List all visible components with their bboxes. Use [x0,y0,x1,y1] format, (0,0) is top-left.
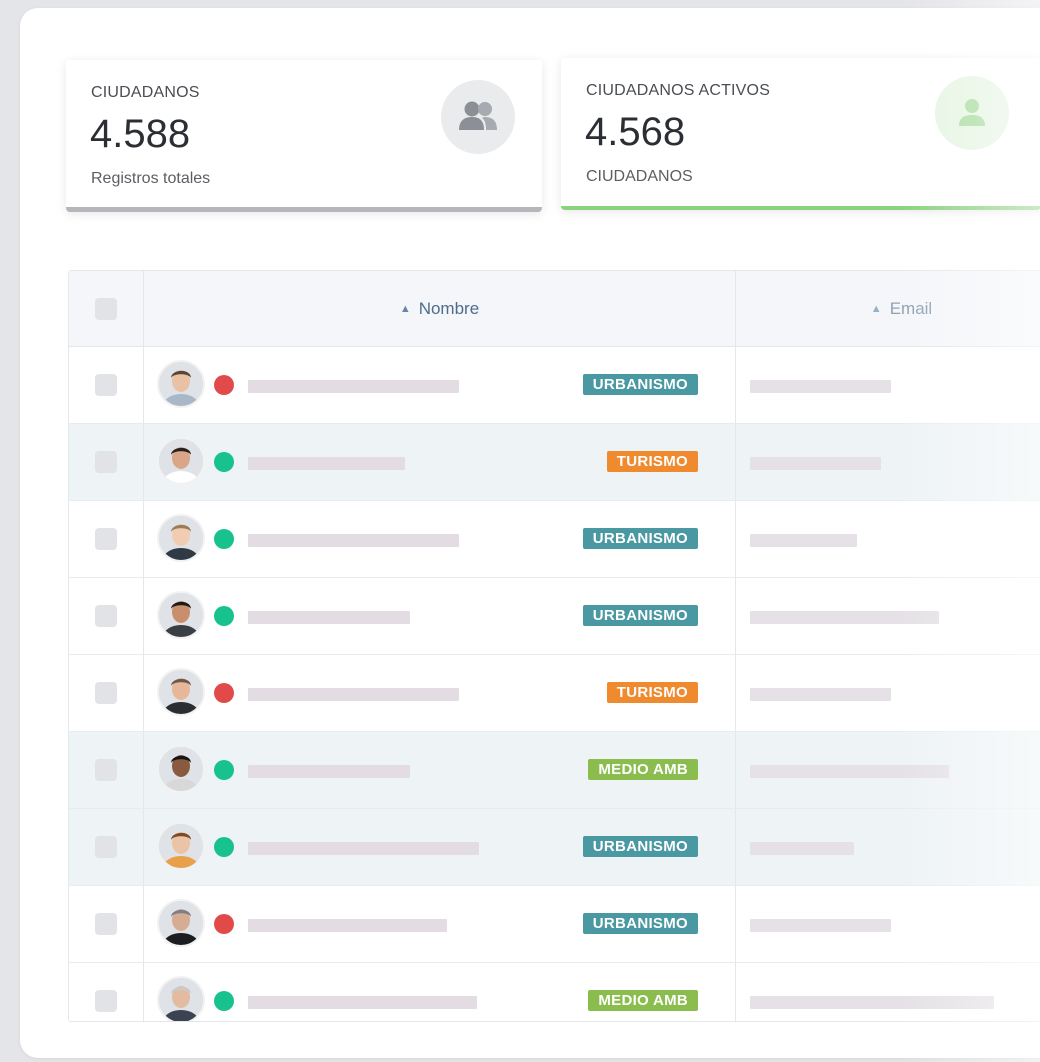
table-row[interactable]: TURISMO [69,424,1040,501]
email-placeholder [750,765,949,778]
row-checkbox[interactable] [95,451,117,473]
status-indicator [214,452,234,472]
avatar [157,976,205,1021]
table-row[interactable]: URBANISMO [69,501,1040,578]
table-row[interactable]: URBANISMO [69,578,1040,655]
status-indicator [214,837,234,857]
main-panel: CIUDADANOS 4.588 Registros totales CIUDA… [20,8,1040,1058]
avatar [157,360,205,408]
email-placeholder [750,842,854,855]
column-label-name: Nombre [418,298,480,318]
avatar [157,668,205,716]
avatar [157,437,205,485]
status-indicator [214,529,234,549]
email-placeholder [750,457,881,470]
row-checkbox[interactable] [95,836,117,858]
stat-title: CIUDADANOS [91,84,200,101]
name-placeholder [248,611,410,624]
table-row[interactable]: URBANISMO [69,347,1040,424]
department-badge: URBANISMO [582,528,698,549]
department-badge: MEDIO AMB [588,990,698,1011]
name-placeholder [248,996,477,1009]
row-checkbox[interactable] [95,682,117,704]
table-row[interactable]: URBANISMO [69,886,1040,963]
table-row[interactable]: MEDIO AMB [69,963,1040,1021]
email-placeholder [750,611,939,624]
status-indicator [214,991,234,1011]
table-row[interactable]: TURISMO [69,655,1040,732]
email-placeholder [750,380,891,393]
stat-subtitle: CIUDADANOS [586,168,693,185]
avatar [157,899,205,947]
status-indicator [214,914,234,934]
row-checkbox[interactable] [95,374,117,396]
department-badge: URBANISMO [582,913,698,934]
table-header: ▲ Nombre ▲ Email [69,271,1040,347]
stat-title: CIUDADANOS ACTIVOS [586,82,771,99]
stat-card-active-citizens: CIUDADANOS ACTIVOS 4.568 CIUDADANOS [561,58,1040,210]
name-placeholder [248,380,459,393]
header-checkbox-cell [69,271,144,346]
status-indicator [214,375,234,395]
name-placeholder [248,457,405,470]
avatar [157,514,205,562]
email-placeholder [750,996,994,1009]
name-placeholder [248,842,479,855]
row-checkbox[interactable] [95,990,117,1012]
department-badge: TURISMO [606,682,698,703]
department-badge: URBANISMO [582,836,698,857]
select-all-checkbox[interactable] [95,297,117,320]
citizens-table: ▲ Nombre ▲ Email URBANISMO TURISMO URBAN… [68,270,1040,1022]
status-indicator [214,683,234,703]
table-row[interactable]: MEDIO AMB [69,732,1040,809]
name-placeholder [248,765,410,778]
table-body: URBANISMO TURISMO URBANISMO URBANISMO TU… [69,347,1040,1021]
department-badge: MEDIO AMB [588,759,698,780]
avatar [157,745,205,793]
row-checkbox[interactable] [95,605,117,627]
sort-icon[interactable]: ▲ [871,303,882,315]
name-placeholder [248,919,447,932]
email-placeholder [750,688,891,701]
department-badge: URBANISMO [582,605,698,626]
email-placeholder [750,534,857,547]
department-badge: TURISMO [606,451,698,472]
row-checkbox[interactable] [95,913,117,935]
stat-value: 4.588 [90,112,191,156]
status-indicator [214,760,234,780]
table-row[interactable]: URBANISMO [69,809,1040,886]
email-placeholder [750,919,891,932]
stat-subtitle: Registros totales [91,170,211,187]
stat-value: 4.568 [585,110,686,154]
row-checkbox[interactable] [95,759,117,781]
column-label-email: Email [889,298,933,318]
users-icon [441,80,515,154]
name-placeholder [248,534,459,547]
column-header-email[interactable]: ▲ Email [736,271,1040,346]
user-icon [935,76,1009,150]
avatar [157,591,205,639]
column-header-name[interactable]: ▲ Nombre [144,271,736,346]
department-badge: URBANISMO [582,374,698,395]
avatar [157,822,205,870]
sort-icon[interactable]: ▲ [400,303,411,315]
name-placeholder [248,688,459,701]
status-indicator [214,606,234,626]
stat-card-total-citizens: CIUDADANOS 4.588 Registros totales [66,60,542,212]
row-checkbox[interactable] [95,528,117,550]
